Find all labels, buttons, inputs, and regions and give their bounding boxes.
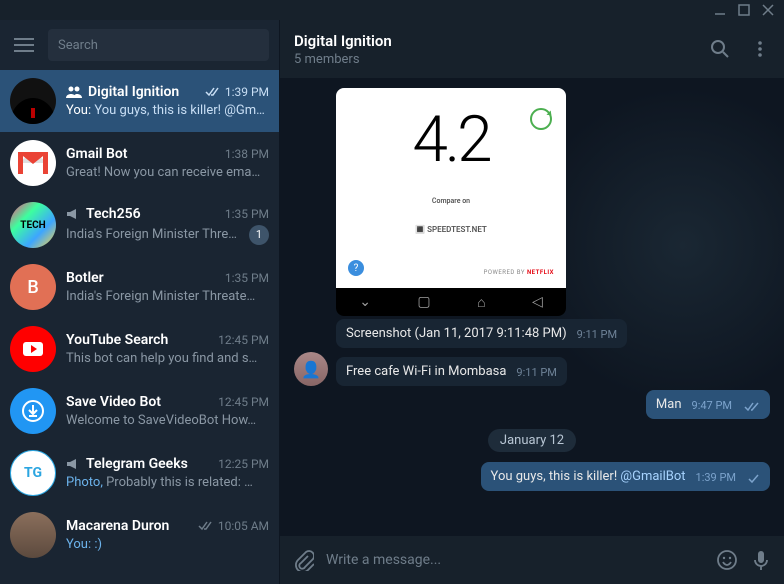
chat-name: Digital Ignition	[88, 84, 199, 100]
chat-name: Tech256	[86, 206, 219, 222]
chat-item-youtube[interactable]: YouTube Search 12:45 PM This bot can hel…	[0, 318, 279, 380]
chat-item-tech256[interactable]: TECH Tech256 1:35 PM India's Foreign Min…	[0, 194, 279, 256]
chat-preview: Welcome to SaveVideoBot How…	[66, 413, 269, 428]
megaphone-icon	[66, 208, 80, 220]
chat-item-digital-ignition[interactable]: Digital Ignition 1:39 PM You: You guys, …	[0, 70, 279, 132]
avatar	[10, 512, 56, 558]
chat-name: Botler	[66, 270, 219, 286]
mic-icon[interactable]	[750, 549, 772, 571]
chat-time: 1:35 PM	[225, 207, 269, 221]
message-bubble[interactable]: Screenshot (Jan 11, 2017 9:11:48 PM) 9:1…	[336, 319, 627, 348]
message-time: 9:11 PM	[577, 328, 617, 341]
chat-preview: You: You guys, this is killer! @Gm…	[66, 103, 269, 118]
hamburger-menu[interactable]	[10, 31, 38, 59]
main-panel: Digital Ignition 5 members 4.2 Compare o…	[280, 20, 784, 584]
megaphone-icon	[66, 458, 80, 470]
message-time: 1:39 PM	[696, 471, 736, 484]
attach-icon[interactable]	[292, 549, 314, 571]
avatar: TG	[10, 450, 56, 496]
avatar	[10, 140, 56, 186]
chat-preview: Great! Now you can receive ema…	[66, 165, 269, 180]
group-icon	[66, 86, 82, 98]
speedtest-site: 🔳 SPEEDTEST.NET	[415, 225, 487, 234]
speedtest-compare: Compare on	[432, 197, 470, 205]
chat-name: Save Video Bot	[66, 394, 212, 410]
close-icon[interactable]	[762, 4, 774, 16]
chat-item-macarena[interactable]: Macarena Duron 10:05 AM You: :)	[0, 504, 279, 566]
message-text: Screenshot (Jan 11, 2017 9:11:48 PM)	[346, 326, 567, 341]
back-icon: ◁	[532, 294, 543, 310]
chat-item-telegram-geeks[interactable]: TG Telegram Geeks 12:25 PM Photo, Probab…	[0, 442, 279, 504]
chat-preview: This bot can help you find and s…	[66, 351, 269, 366]
speedtest-value: 4.2	[412, 102, 489, 177]
chat-preview: You: :)	[66, 537, 269, 552]
powered-by: POWERED BY NETFLIX	[484, 269, 554, 276]
chat-name: Telegram Geeks	[86, 456, 212, 472]
help-icon: ?	[348, 260, 364, 276]
avatar: TECH	[10, 202, 56, 248]
chat-preview: India's Foreign Minister Threate…	[66, 289, 269, 304]
search-input-wrap[interactable]	[48, 29, 269, 61]
chat-list: Digital Ignition 1:39 PM You: You guys, …	[0, 70, 279, 584]
chat-time: 12:45 PM	[218, 395, 269, 409]
maximize-icon[interactable]	[738, 4, 750, 16]
chat-time: 1:39 PM	[225, 85, 269, 99]
chat-time: 1:38 PM	[225, 147, 269, 161]
chat-time: 12:25 PM	[218, 457, 269, 471]
search-icon[interactable]	[710, 39, 730, 59]
message-composer	[280, 536, 784, 584]
message-bubble-out[interactable]: You guys, this is killer! @GmailBot 1:39…	[481, 462, 770, 491]
message-text: Free cafe Wi-Fi in Mombasa	[346, 364, 506, 379]
message-time: 9:47 PM	[692, 399, 732, 412]
chevron-down-icon: ⌄	[359, 294, 371, 310]
avatar[interactable]: 👤	[294, 352, 328, 386]
chat-name: Macarena Duron	[66, 518, 192, 534]
header-subtitle: 5 members	[294, 52, 710, 67]
mention[interactable]: @GmailBot	[620, 469, 685, 484]
chat-item-gmail-bot[interactable]: Gmail Bot 1:38 PM Great! Now you can rec…	[0, 132, 279, 194]
chat-time: 12:45 PM	[218, 333, 269, 347]
home-icon: ⌂	[477, 294, 485, 311]
message-bubble-out[interactable]: Man 9:47 PM	[646, 390, 770, 419]
phone-nav-bar: ⌄ ▢ ⌂ ◁	[336, 288, 566, 316]
chat-preview: Photo, Probably this is related: …	[66, 475, 269, 490]
message-bubble[interactable]: Free cafe Wi-Fi in Mombasa 9:11 PM	[336, 357, 567, 386]
minimize-icon[interactable]	[714, 4, 726, 16]
avatar	[10, 388, 56, 434]
sent-check-icon	[748, 474, 760, 484]
chat-header[interactable]: Digital Ignition 5 members	[280, 20, 784, 78]
chat-name: YouTube Search	[66, 332, 212, 348]
avatar: B	[10, 264, 56, 310]
chat-item-botler[interactable]: B Botler 1:35 PM India's Foreign Ministe…	[0, 256, 279, 318]
date-separator: January 12	[488, 429, 576, 452]
read-check-icon	[744, 402, 760, 412]
sidebar: Digital Ignition 1:39 PM You: You guys, …	[0, 20, 280, 584]
more-icon[interactable]	[750, 39, 770, 59]
message-time: 9:11 PM	[516, 366, 556, 379]
image-message[interactable]: 4.2 Compare on 🔳 SPEEDTEST.NET ? POWERED…	[336, 88, 566, 316]
avatar	[10, 326, 56, 372]
square-icon: ▢	[417, 294, 430, 310]
message-text: Man	[656, 397, 682, 412]
search-input[interactable]	[58, 38, 259, 53]
chat-time: 10:05 AM	[218, 519, 269, 533]
avatar	[10, 78, 56, 124]
message-input[interactable]	[326, 552, 704, 568]
message-text: You guys, this is killer! @GmailBot	[491, 469, 686, 484]
emoji-icon[interactable]	[716, 549, 738, 571]
chat-name: Gmail Bot	[66, 146, 219, 162]
header-title: Digital Ignition	[294, 32, 710, 50]
chat-item-savevideo[interactable]: Save Video Bot 12:45 PM Welcome to SaveV…	[0, 380, 279, 442]
read-check-icon	[205, 87, 219, 97]
chat-time: 1:35 PM	[225, 271, 269, 285]
unread-badge: 1	[249, 225, 269, 245]
refresh-icon	[530, 108, 552, 130]
chat-preview: India's Foreign Minister Thre…	[66, 227, 243, 242]
message-list: 4.2 Compare on 🔳 SPEEDTEST.NET ? POWERED…	[280, 78, 784, 536]
read-check-icon	[198, 521, 212, 531]
